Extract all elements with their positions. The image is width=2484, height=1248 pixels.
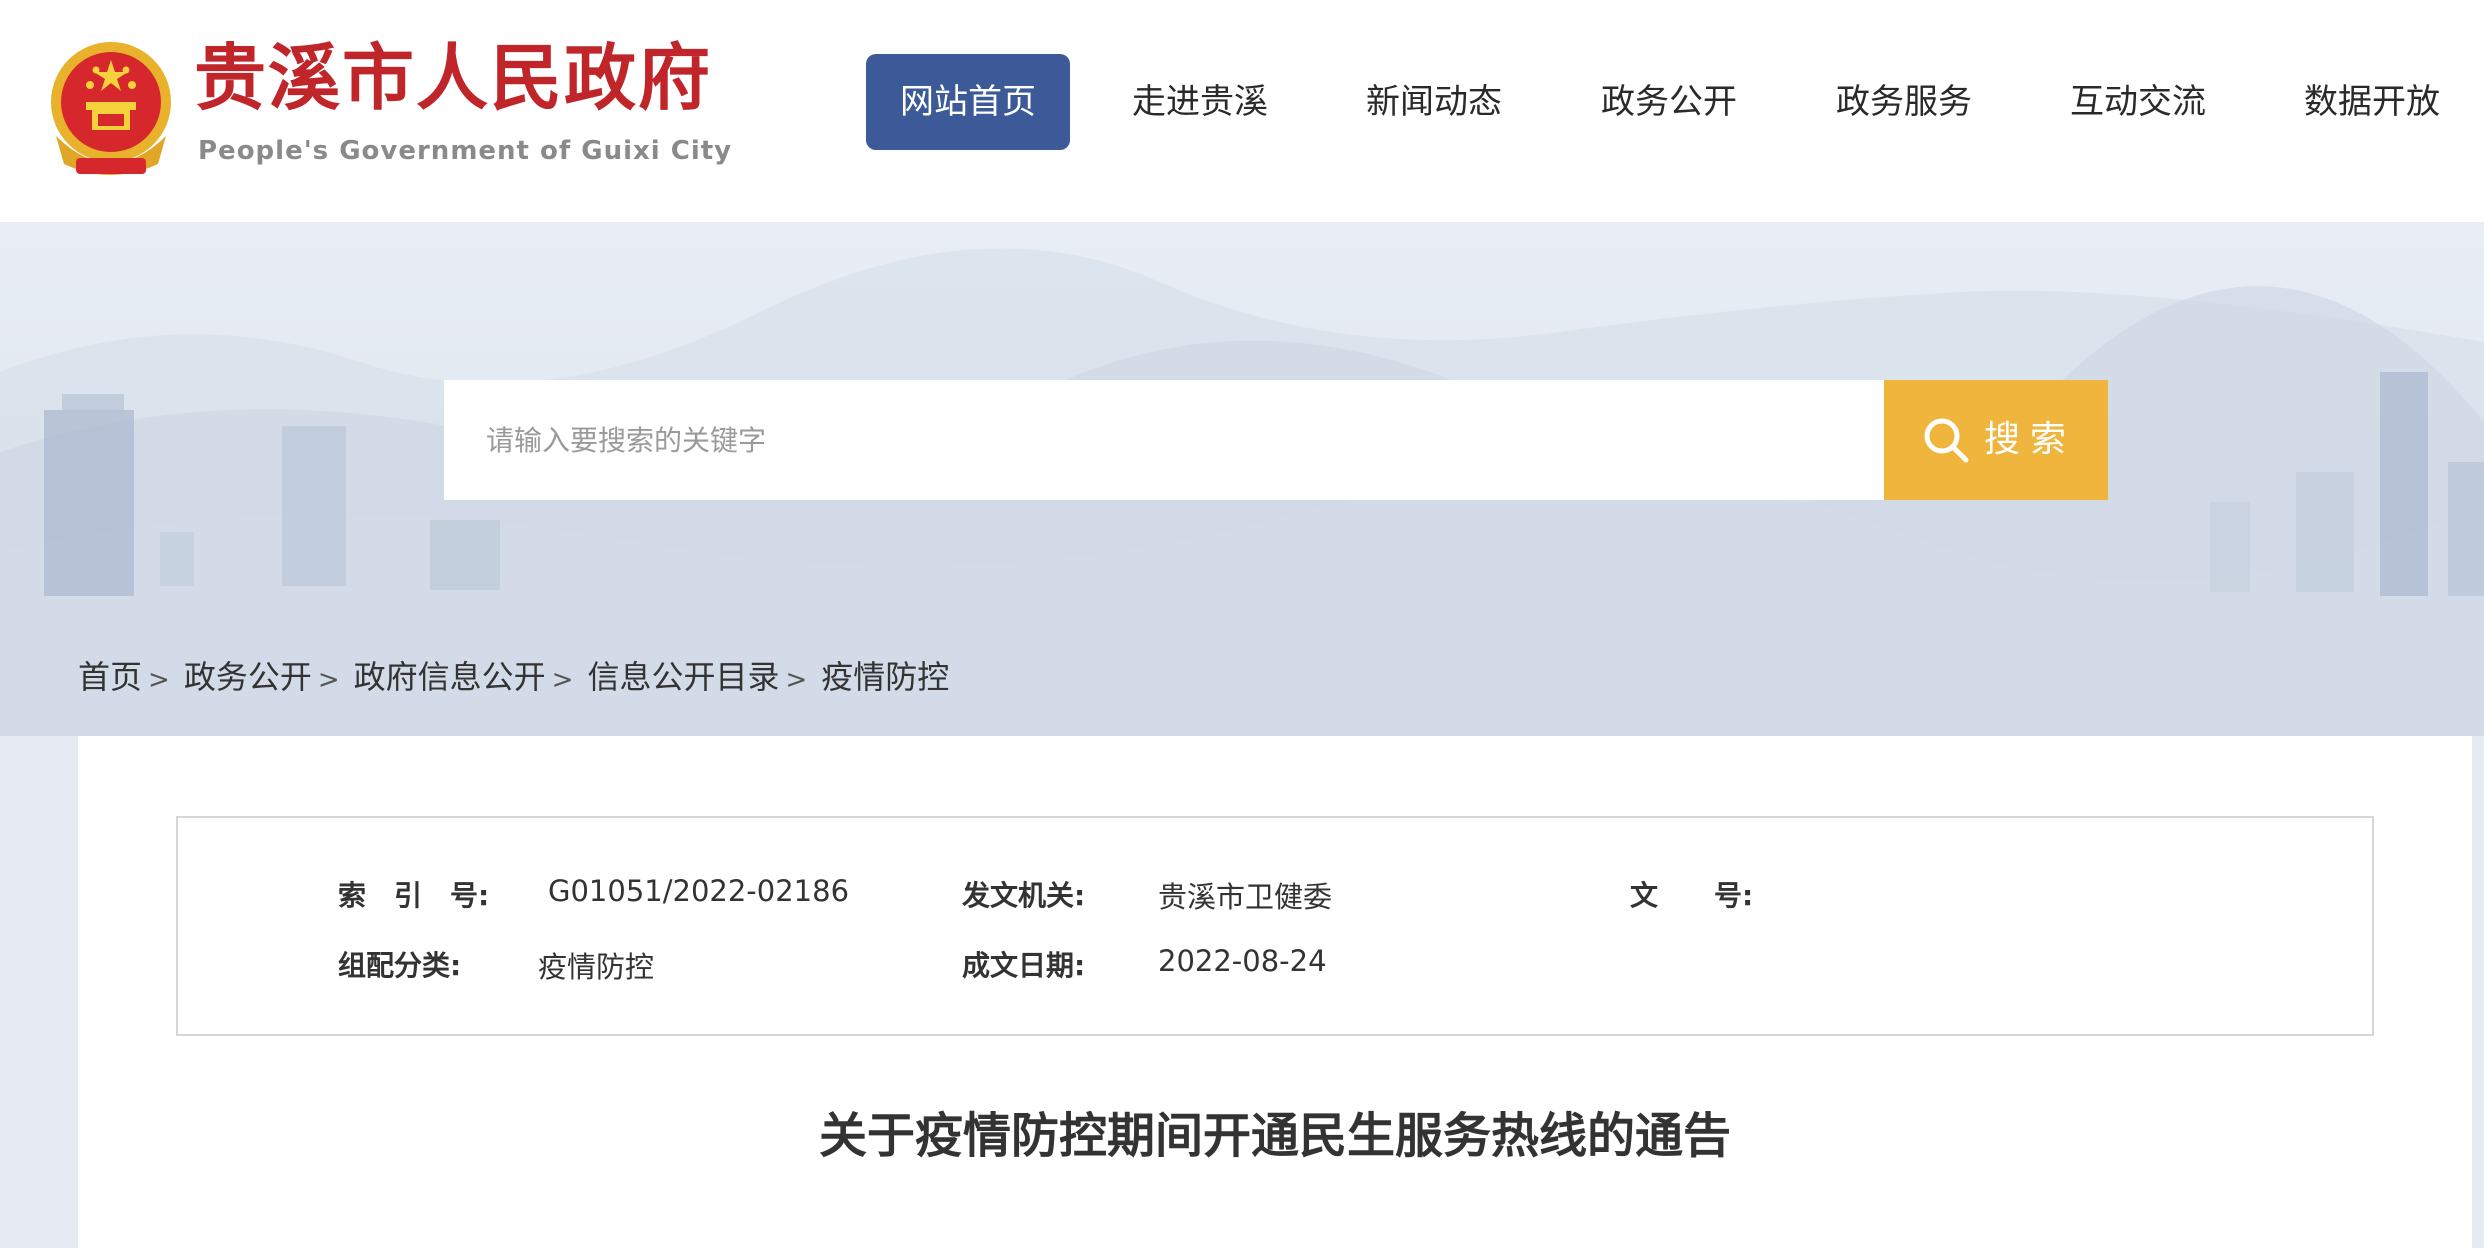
search-banner: 搜索 首页>政务公开>政府信息公开>信息公开目录>疫情防控: [0, 222, 2484, 736]
nav-item-gov-affairs[interactable]: 政务公开: [1601, 54, 1737, 150]
search-input[interactable]: [444, 380, 1884, 500]
breadcrumb-gov-affairs[interactable]: 政务公开: [184, 658, 312, 696]
breadcrumb-epidemic-control[interactable]: 疫情防控: [821, 658, 949, 696]
breadcrumb: 首页 > 政务公开 > 政府信息公开 > 信息公开目录 > 疫情防控: [78, 652, 949, 698]
site-title[interactable]: 贵溪市人民政府: [194, 42, 712, 114]
document-date-value: 2022-08-24: [1158, 944, 1327, 978]
nav-item-open-data[interactable]: 数据开放: [2304, 54, 2440, 150]
search-box: [444, 380, 1884, 500]
nav-item-interaction[interactable]: 互动交流: [2070, 54, 2206, 150]
issuing-authority-value: 贵溪市卫健委: [1158, 880, 1333, 914]
breadcrumb-separator: >: [148, 665, 170, 695]
document-date-label: 成文日期:: [962, 949, 1086, 982]
breadcrumb-separator: >: [785, 665, 808, 695]
search-button-label: 搜索: [1984, 419, 2077, 460]
site-header: 贵溪市人民政府 People's Government of Guixi Cit…: [0, 0, 2484, 222]
content-panel: 索 引 号: G01051/2022-02186 发文机关: 贵溪市卫健委 文 …: [78, 736, 2472, 1248]
index-number-value: G01051/2022-02186: [548, 874, 850, 908]
index-number-label: 索 引 号:: [338, 879, 490, 912]
nav-item-news[interactable]: 新闻动态: [1366, 54, 1502, 150]
search-icon: [1924, 418, 1969, 463]
document-title: 关于疫情防控期间开通民生服务热线的通告: [818, 1108, 1731, 1164]
breadcrumb-home[interactable]: 首页: [78, 658, 142, 696]
national-emblem-icon[interactable]: [46, 40, 176, 180]
search-button[interactable]: 搜索: [1884, 380, 2108, 500]
breadcrumb-info-catalog[interactable]: 信息公开目录: [587, 658, 779, 696]
document-number-label: 文 号:: [1630, 879, 1754, 912]
issuing-authority-label: 发文机关:: [962, 879, 1086, 912]
nav-item-gov-services[interactable]: 政务服务: [1836, 54, 1972, 150]
nav-item-home[interactable]: 网站首页: [866, 54, 1070, 150]
breadcrumb-separator: >: [551, 665, 574, 695]
nav-item-about-guixi[interactable]: 走进贵溪: [1132, 54, 1268, 150]
breadcrumb-separator: >: [317, 665, 340, 695]
breadcrumb-gov-info-disclosure[interactable]: 政府信息公开: [354, 658, 546, 696]
document-meta-box: 索 引 号: G01051/2022-02186 发文机关: 贵溪市卫健委 文 …: [176, 816, 2374, 1036]
category-value: 疫情防控: [538, 950, 655, 984]
site-subtitle: People's Government of Guixi City: [198, 136, 733, 166]
category-label: 组配分类:: [338, 949, 462, 982]
